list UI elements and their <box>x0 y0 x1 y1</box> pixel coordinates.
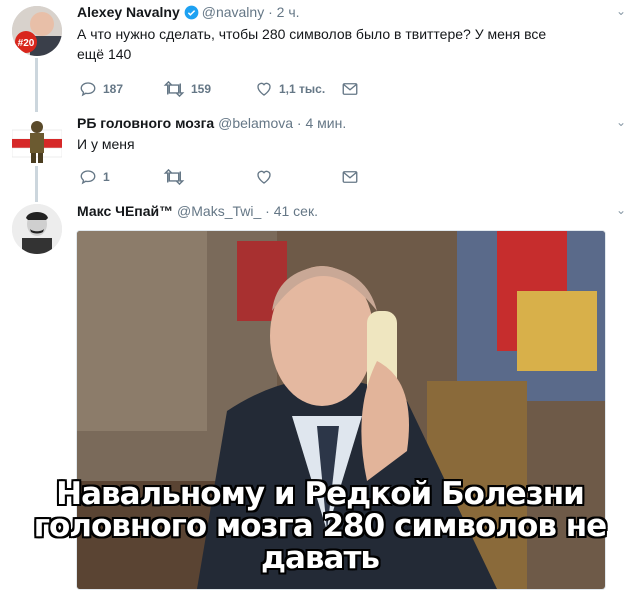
like-button[interactable] <box>255 168 279 186</box>
retweet-icon <box>163 80 185 98</box>
verified-icon <box>184 5 199 24</box>
author-handle[interactable]: @navalny <box>202 4 264 20</box>
reply-button[interactable]: 187 <box>79 80 123 98</box>
tweet-belamova[interactable]: РБ головного мозга @belamova · 4 мин. ⌄ … <box>0 106 640 198</box>
message-button[interactable] <box>341 168 359 186</box>
tweet-text: И у меня <box>77 134 597 154</box>
avatar[interactable] <box>12 204 62 254</box>
heart-icon <box>257 170 271 184</box>
reply-count: 187 <box>103 82 124 96</box>
svg-text:#20: #20 <box>18 38 35 49</box>
meme-caption-line: Навальному и Редкой Болезни <box>56 476 585 512</box>
reply-button[interactable]: 1 <box>79 168 110 186</box>
thread-line <box>35 58 38 110</box>
tweet-header: РБ головного мозга @belamova · 4 мин. <box>77 114 346 132</box>
reply-icon <box>80 170 96 185</box>
tweet-actions: 1 <box>77 168 377 190</box>
chevron-down-icon[interactable]: ⌄ <box>616 4 626 18</box>
reply-icon <box>80 82 96 97</box>
tweet-text-line: А что нужно сделать, чтобы 280 символов … <box>77 26 547 42</box>
tweet-header: Макс ЧЕпай™ @Maks_Twi_ · 41 сек. <box>77 202 318 220</box>
timestamp[interactable]: · 4 мин. <box>297 115 346 131</box>
timestamp[interactable]: · 2 ч. <box>268 4 299 20</box>
message-button[interactable] <box>341 80 359 98</box>
thread-line <box>35 188 38 202</box>
heart-icon <box>257 82 271 96</box>
retweet-button[interactable]: 159 <box>163 80 211 98</box>
author-handle[interactable]: @Maks_Twi_ <box>177 203 261 219</box>
retweet-button[interactable] <box>163 168 191 186</box>
author-name[interactable]: Alexey Navalny <box>77 4 180 20</box>
envelope-icon <box>342 171 358 183</box>
like-button[interactable]: 1,1 тыс. <box>255 80 325 98</box>
meme-caption: Навальному и Редкой Болезни головного мо… <box>0 478 640 574</box>
tweet-text-line: ещё 140 <box>77 46 132 62</box>
avatar[interactable]: #20 <box>12 6 62 56</box>
avatar[interactable] <box>12 114 62 164</box>
envelope-icon <box>342 83 358 95</box>
tweet-header: Alexey Navalny @navalny · 2 ч. <box>77 3 300 24</box>
meme-caption-line: давать <box>260 540 380 576</box>
reply-count: 1 <box>103 170 110 184</box>
meme-caption-line: головного мозга 280 символов не <box>33 508 607 544</box>
author-handle[interactable]: @belamova <box>218 115 293 131</box>
tweet-text-line: И у меня <box>77 136 135 152</box>
timestamp[interactable]: · 41 сек. <box>265 203 318 219</box>
author-name[interactable]: РБ головного мозга <box>77 115 214 131</box>
author-name[interactable]: Макс ЧЕпай™ <box>77 203 173 219</box>
chevron-down-icon[interactable]: ⌄ <box>616 115 626 129</box>
retweet-count: 159 <box>191 82 212 96</box>
chevron-down-icon[interactable]: ⌄ <box>616 203 626 217</box>
like-count: 1,1 тыс. <box>279 82 326 96</box>
tweet-text: А что нужно сделать, чтобы 280 символов … <box>77 24 597 64</box>
tweet-navalny[interactable]: #20 Alexey Navalny @navalny · 2 ч. ⌄ А чт… <box>0 0 640 110</box>
tweet-actions: 187 159 1,1 тыс. <box>77 80 377 102</box>
thread-line <box>35 106 38 112</box>
retweet-icon <box>163 168 185 186</box>
